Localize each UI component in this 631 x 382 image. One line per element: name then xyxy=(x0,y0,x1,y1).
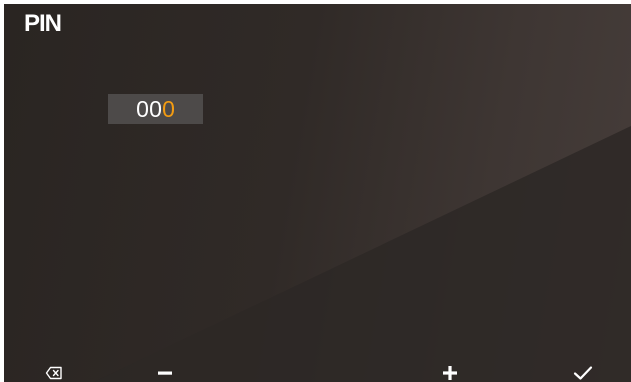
pin-input[interactable]: 0 0 0 xyxy=(108,94,203,124)
minus-icon xyxy=(158,371,172,375)
backspace-button[interactable] xyxy=(36,361,72,382)
decrement-button[interactable] xyxy=(147,361,183,382)
confirm-button[interactable] xyxy=(565,361,601,382)
pin-screen: PIN 0 0 0 xyxy=(4,4,631,382)
pin-digit-1: 0 xyxy=(136,95,149,122)
backspace-icon xyxy=(45,366,62,380)
background-diagonal xyxy=(94,126,631,382)
page-title: PIN xyxy=(24,10,62,37)
checkmark-icon xyxy=(573,366,593,380)
increment-button[interactable] xyxy=(432,361,468,382)
plus-icon xyxy=(443,366,457,380)
pin-digit-2: 0 xyxy=(149,95,162,122)
pin-digit-3: 0 xyxy=(162,95,175,122)
